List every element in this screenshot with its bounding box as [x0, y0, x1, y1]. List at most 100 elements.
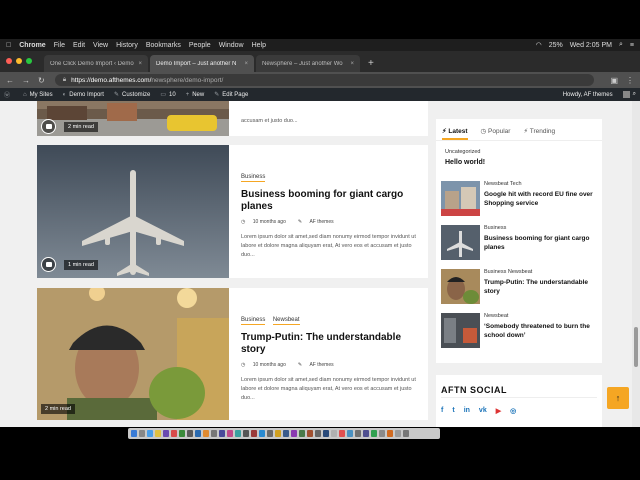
app-icon[interactable]: [179, 430, 185, 437]
menu-window[interactable]: Window: [219, 42, 244, 49]
tab-latest[interactable]: ⚡︎ Latest: [442, 127, 468, 140]
app-icon[interactable]: [315, 430, 321, 437]
menu-chrome[interactable]: Chrome: [19, 42, 45, 49]
app-icon[interactable]: [307, 430, 313, 437]
my-sites-link[interactable]: ⌂ My Sites: [23, 92, 53, 98]
more-menu-icon[interactable]: ⋮: [626, 76, 634, 85]
app-icon[interactable]: [203, 430, 209, 437]
app-icon[interactable]: [163, 430, 169, 437]
app-icon[interactable]: [259, 430, 265, 437]
forward-icon[interactable]: →: [22, 76, 30, 85]
close-tab-icon[interactable]: ×: [350, 61, 354, 67]
edit-page-link[interactable]: ✎ Edit Page: [214, 91, 248, 99]
instagram-icon[interactable]: ◎: [510, 407, 516, 415]
site-name-link[interactable]: ◐ Demo Import: [63, 92, 104, 98]
tab-trending[interactable]: ⚡︎ Trending: [523, 127, 555, 140]
app-icon[interactable]: [363, 430, 369, 437]
apple-icon[interactable]: : [6, 42, 11, 49]
url-input[interactable]: 🔒︎ https://demo.afthemes.com/newsphere/d…: [54, 74, 595, 86]
app-icon[interactable]: [267, 430, 273, 437]
menu-edit[interactable]: Edit: [73, 42, 85, 49]
battery-level[interactable]: 25%: [549, 42, 563, 49]
tab-popular[interactable]: ◷ Popular: [481, 127, 511, 140]
zoom-window-button[interactable]: [26, 58, 32, 64]
safari-icon[interactable]: [147, 430, 153, 437]
trash-icon[interactable]: [403, 430, 409, 437]
app-icon[interactable]: [283, 430, 289, 437]
category-tag[interactable]: Newsbeat: [272, 317, 300, 325]
tab-one-click-demo-import[interactable]: One Click Demo Import ‹ Demo ×: [44, 55, 148, 72]
app-icon[interactable]: [291, 430, 297, 437]
post-title[interactable]: Trump-Putin: The understandable story: [241, 332, 418, 356]
scrollbar[interactable]: [632, 101, 640, 427]
menu-file[interactable]: File: [54, 42, 65, 49]
facebook-icon[interactable]: f: [441, 407, 443, 415]
downloads-icon[interactable]: [395, 430, 401, 437]
clock[interactable]: Wed 2:05 PM: [570, 42, 612, 49]
menu-view[interactable]: View: [93, 42, 108, 49]
app-icon[interactable]: [251, 430, 257, 437]
tab-demo-import[interactable]: Demo Import – Just another N ×: [150, 55, 254, 72]
category-tag[interactable]: Business: [484, 225, 596, 231]
vk-icon[interactable]: vk: [479, 407, 487, 415]
comments-link[interactable]: ▭ 10: [160, 91, 175, 99]
post-thumbnail[interactable]: [441, 181, 480, 216]
app-icon[interactable]: [323, 430, 329, 437]
wifi-icon[interactable]: ◠: [536, 41, 542, 49]
post-author[interactable]: AF themes: [309, 219, 333, 225]
app-icon[interactable]: [275, 430, 281, 437]
back-icon[interactable]: ←: [6, 76, 14, 85]
finder-icon[interactable]: [131, 430, 137, 437]
linkedin-icon[interactable]: in: [464, 407, 470, 415]
new-content-link[interactable]: + New: [186, 92, 205, 98]
post-title[interactable]: Business booming for giant cargo planes: [484, 234, 596, 252]
app-icon[interactable]: [219, 430, 225, 437]
post-thumbnail[interactable]: [441, 269, 480, 304]
customize-link[interactable]: ✎ Customize: [114, 91, 150, 99]
chrome-icon[interactable]: [155, 430, 161, 437]
scrollbar-thumb[interactable]: [634, 327, 638, 367]
post-title[interactable]: ‘Somebody threatened to burn the school …: [484, 322, 596, 340]
app-icon[interactable]: [243, 430, 249, 437]
menu-list-icon[interactable]: ≡: [630, 42, 634, 49]
app-icon[interactable]: [235, 430, 241, 437]
post-author[interactable]: AF themes: [309, 362, 333, 368]
app-icon[interactable]: [339, 430, 345, 437]
reload-icon[interactable]: ↻: [38, 76, 45, 85]
new-tab-button[interactable]: +: [368, 55, 374, 72]
launchpad-icon[interactable]: [139, 430, 145, 437]
wordpress-logo-icon[interactable]: ⓦ: [4, 90, 13, 99]
app-icon[interactable]: [371, 430, 377, 437]
close-tab-icon[interactable]: ×: [138, 61, 142, 67]
youtube-icon[interactable]: ▶: [496, 407, 501, 415]
app-icon[interactable]: [379, 430, 385, 437]
post-title[interactable]: Hello world!: [445, 159, 485, 166]
app-icon[interactable]: [195, 430, 201, 437]
close-window-button[interactable]: [6, 58, 12, 64]
category-tag[interactable]: Business: [241, 317, 266, 325]
menu-people[interactable]: People: [189, 42, 211, 49]
close-tab-icon[interactable]: ×: [244, 61, 248, 67]
menu-bookmarks[interactable]: Bookmarks: [146, 42, 181, 49]
tab-newsphere[interactable]: Newsphere – Just another Wo ×: [256, 55, 360, 72]
category-tag[interactable]: Business: [241, 174, 266, 182]
avatar[interactable]: [622, 91, 630, 98]
search-icon[interactable]: ⌕: [633, 91, 636, 98]
app-icon[interactable]: [299, 430, 305, 437]
category-tag[interactable]: Newsbeat Tech: [484, 181, 596, 187]
app-icon[interactable]: [355, 430, 361, 437]
post-thumbnail[interactable]: [441, 225, 480, 260]
post-thumbnail[interactable]: [37, 288, 229, 420]
app-icon[interactable]: [171, 430, 177, 437]
search-icon[interactable]: ⌕: [619, 41, 623, 49]
post-title[interactable]: Google hit with record EU fine over Shop…: [484, 190, 596, 208]
profile-icon[interactable]: ▣: [610, 76, 618, 85]
app-icon[interactable]: [187, 430, 193, 437]
app-icon[interactable]: [211, 430, 217, 437]
post-thumbnail[interactable]: [441, 313, 480, 348]
post-title[interactable]: Trump-Putin: The understandable story: [484, 278, 596, 296]
minimize-window-button[interactable]: [16, 58, 22, 64]
back-to-top-button[interactable]: ↑: [607, 387, 629, 409]
app-icon[interactable]: [347, 430, 353, 437]
app-icon[interactable]: [227, 430, 233, 437]
